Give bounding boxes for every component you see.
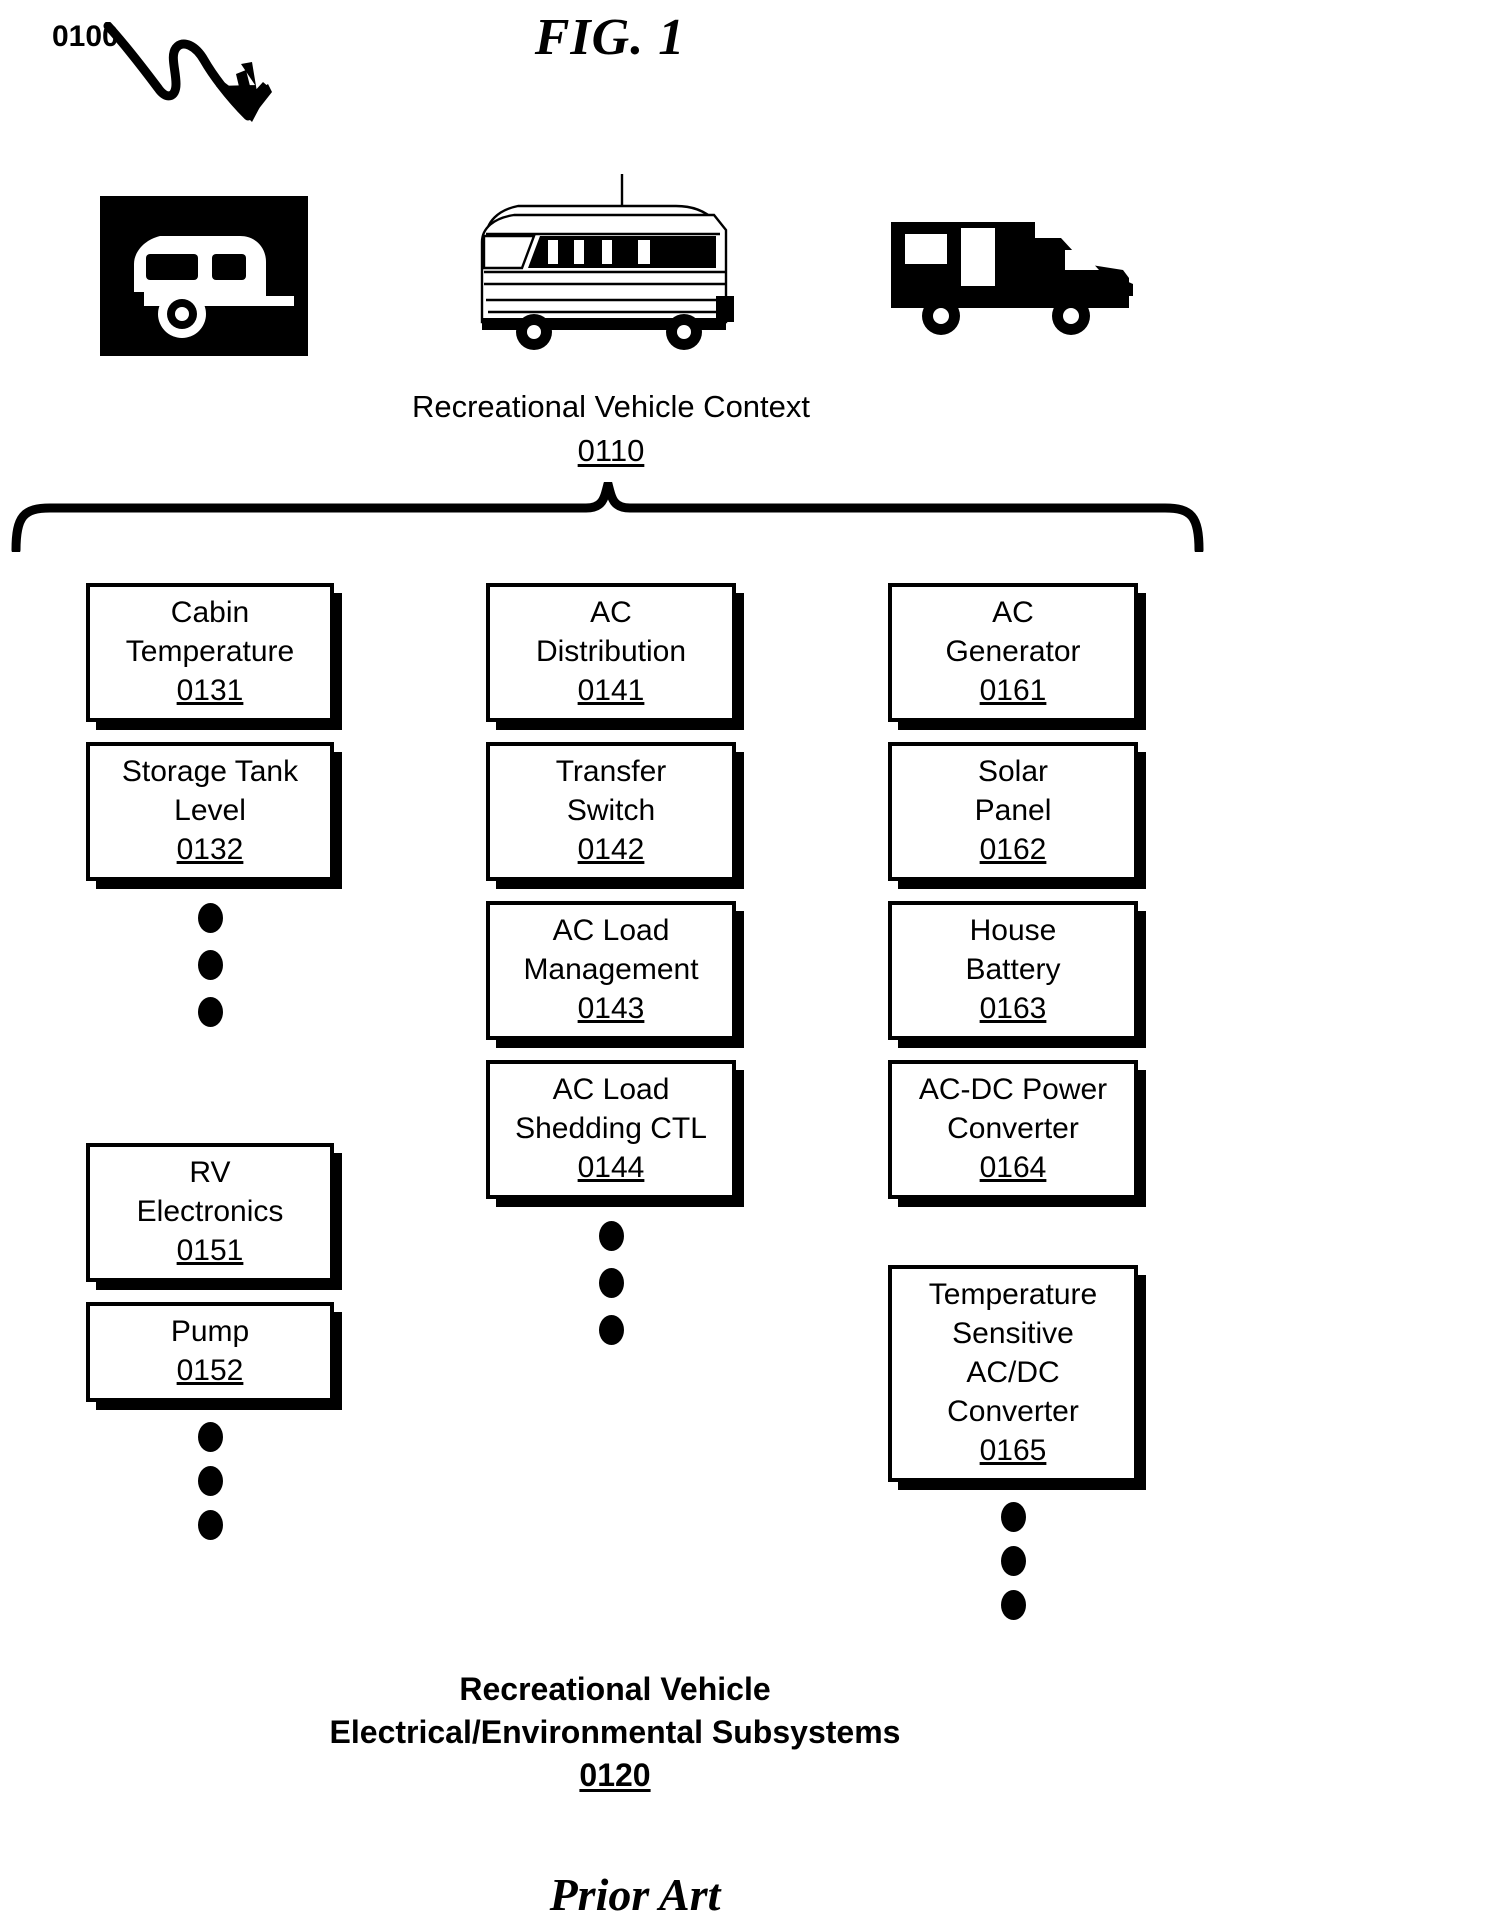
subsystem-label-line: Converter — [947, 1112, 1079, 1145]
subsystem-label-line: Transfer — [555, 755, 667, 788]
subsystem-box-temperature-sensitive-converter[interactable]: Temperature Sensitive AC/DC Converter 01… — [888, 1265, 1138, 1482]
subsystem-label-line: AC/DC — [966, 1356, 1060, 1389]
travel-trailer-icon — [100, 196, 308, 356]
subsystem-box-ac-load-shedding-ctl[interactable]: AC Load Shedding CTL 0144 — [486, 1060, 736, 1199]
ellipsis-dot — [197, 950, 223, 980]
power-column: AC Generator 0161 Solar Panel 0162 House… — [888, 583, 1138, 1630]
subsystem-box-ac-load-management[interactable]: AC Load Management 0143 — [486, 901, 736, 1040]
class-a-motorhome-illustration — [480, 174, 734, 350]
vertical-ellipsis-sensors — [86, 903, 334, 1027]
subsystems-dashed-border-right — [1166, 551, 1175, 1881]
subsystem-reference-number: 0132 — [176, 833, 244, 866]
class-c-motorhome-icon — [891, 222, 1133, 335]
ellipsis-dot — [598, 1221, 624, 1251]
subsystem-reference-number: 0151 — [176, 1234, 244, 1267]
subsystem-reference-number: 0163 — [979, 992, 1047, 1025]
ellipsis-dot — [1000, 1546, 1026, 1576]
subsystem-reference-number: 0131 — [176, 674, 244, 707]
ac-column: AC Distribution 0141 Transfer Switch 014… — [486, 583, 736, 1373]
subsystem-label-line: Cabin — [170, 596, 250, 629]
dashed-border-top — [47, 155, 1175, 164]
subsystem-box-ac-distribution[interactable]: AC Distribution 0141 — [486, 583, 736, 722]
subsystem-reference-number: 0164 — [979, 1151, 1047, 1184]
subsystem-box-transfer-switch[interactable]: Transfer Switch 0142 — [486, 742, 736, 881]
ellipsis-dot — [598, 1315, 624, 1345]
subsystem-label-line: Panel — [974, 794, 1052, 827]
subsystem-box-storage-tank-level[interactable]: Storage Tank Level 0132 — [86, 742, 334, 881]
ellipsis-dot — [197, 1466, 223, 1496]
subsystem-label-line: Solar — [977, 755, 1049, 788]
vertical-ellipsis-ac — [486, 1221, 736, 1345]
subsystem-label-line: Converter — [947, 1395, 1079, 1428]
subsystem-label-line: Level — [174, 794, 246, 827]
ellipsis-dot — [1000, 1590, 1026, 1620]
context-caption: Recreational Vehicle Context 0110 — [47, 385, 1175, 473]
subsystem-label-line: Battery — [965, 953, 1061, 986]
prior-art-label: Prior Art — [0, 1869, 1270, 1921]
subsystem-label-line: Generator — [945, 635, 1081, 668]
subsystem-reference-number: 0162 — [979, 833, 1047, 866]
subsystem-label-line: Management — [523, 953, 699, 986]
subsystem-label-line: Distribution — [535, 635, 687, 668]
subsystems-dashed-border-top — [47, 551, 1175, 560]
ellipsis-dot — [598, 1268, 624, 1298]
subsystem-label-line: Temperature — [125, 635, 295, 668]
subsystem-reference-number: 0143 — [577, 992, 645, 1025]
subsystem-label-line: Storage Tank — [121, 755, 299, 788]
subsystem-label-line: AC Load — [552, 914, 670, 947]
subsystems-caption: Recreational Vehicle Electrical/Environm… — [200, 1668, 1030, 1797]
subsystem-label-line: RV — [189, 1156, 231, 1189]
ellipsis-dot — [197, 1510, 223, 1540]
subsystem-reference-number: 0144 — [577, 1151, 645, 1184]
curly-brace-connector — [11, 482, 1204, 552]
ellipsis-dot — [197, 997, 223, 1027]
page-title: FIG. 1 — [534, 9, 686, 66]
subsystems-dashed-border-left — [47, 551, 56, 1881]
subsystem-box-rv-electronics[interactable]: RV Electronics 0151 — [86, 1143, 334, 1282]
subsystem-label-line: AC Load — [552, 1073, 670, 1106]
subsystem-reference-number: 0165 — [979, 1434, 1047, 1467]
subsystem-label-line: Switch — [566, 794, 656, 827]
subsystem-label-line: Electronics — [136, 1195, 284, 1228]
subsystem-reference-number: 0142 — [577, 833, 645, 866]
subsystems-caption-line1: Recreational Vehicle — [459, 1671, 771, 1707]
subsystem-label-line: Pump — [170, 1315, 250, 1348]
subsystem-box-solar-panel[interactable]: Solar Panel 0162 — [888, 742, 1138, 881]
ellipsis-dot — [1000, 1502, 1026, 1532]
subsystem-label-line: AC-DC Power — [918, 1073, 1108, 1106]
subsystem-box-ac-dc-power-converter[interactable]: AC-DC Power Converter 0164 — [888, 1060, 1138, 1199]
subsystem-box-ac-generator[interactable]: AC Generator 0161 — [888, 583, 1138, 722]
subsystem-label-line: AC — [590, 596, 632, 629]
subsystems-reference-number: 0120 — [579, 1757, 651, 1793]
vertical-ellipsis-loads — [86, 1422, 334, 1540]
ellipsis-dot — [197, 903, 223, 933]
subsystem-label-line: House — [969, 914, 1057, 947]
vertical-ellipsis-power — [888, 1502, 1138, 1620]
sensors-column: Cabin Temperature 0131 Storage Tank Leve… — [86, 583, 334, 1550]
subsystem-box-cabin-temperature[interactable]: Cabin Temperature 0131 — [86, 583, 334, 722]
column-spacer — [888, 1219, 1138, 1265]
subsystem-box-house-battery[interactable]: House Battery 0163 — [888, 901, 1138, 1040]
subsystem-label-line: Temperature — [928, 1278, 1098, 1311]
subsystem-reference-number: 0141 — [577, 674, 645, 707]
subsystem-label-line: Shedding CTL — [515, 1112, 707, 1145]
subsystem-reference-number: 0161 — [979, 674, 1047, 707]
context-reference-number: 0110 — [577, 433, 645, 468]
subsystems-caption-line2: Electrical/Environmental Subsystems — [329, 1714, 901, 1750]
ellipsis-dot — [197, 1422, 223, 1452]
subsystem-reference-number: 0152 — [176, 1354, 244, 1387]
subsystem-label-line: AC — [992, 596, 1034, 629]
context-caption-text: Recreational Vehicle Context — [411, 389, 811, 424]
column-spacer — [86, 1055, 334, 1143]
subsystem-label-line: Sensitive — [952, 1317, 1074, 1350]
subsystem-box-pump[interactable]: Pump 0152 — [86, 1302, 334, 1402]
